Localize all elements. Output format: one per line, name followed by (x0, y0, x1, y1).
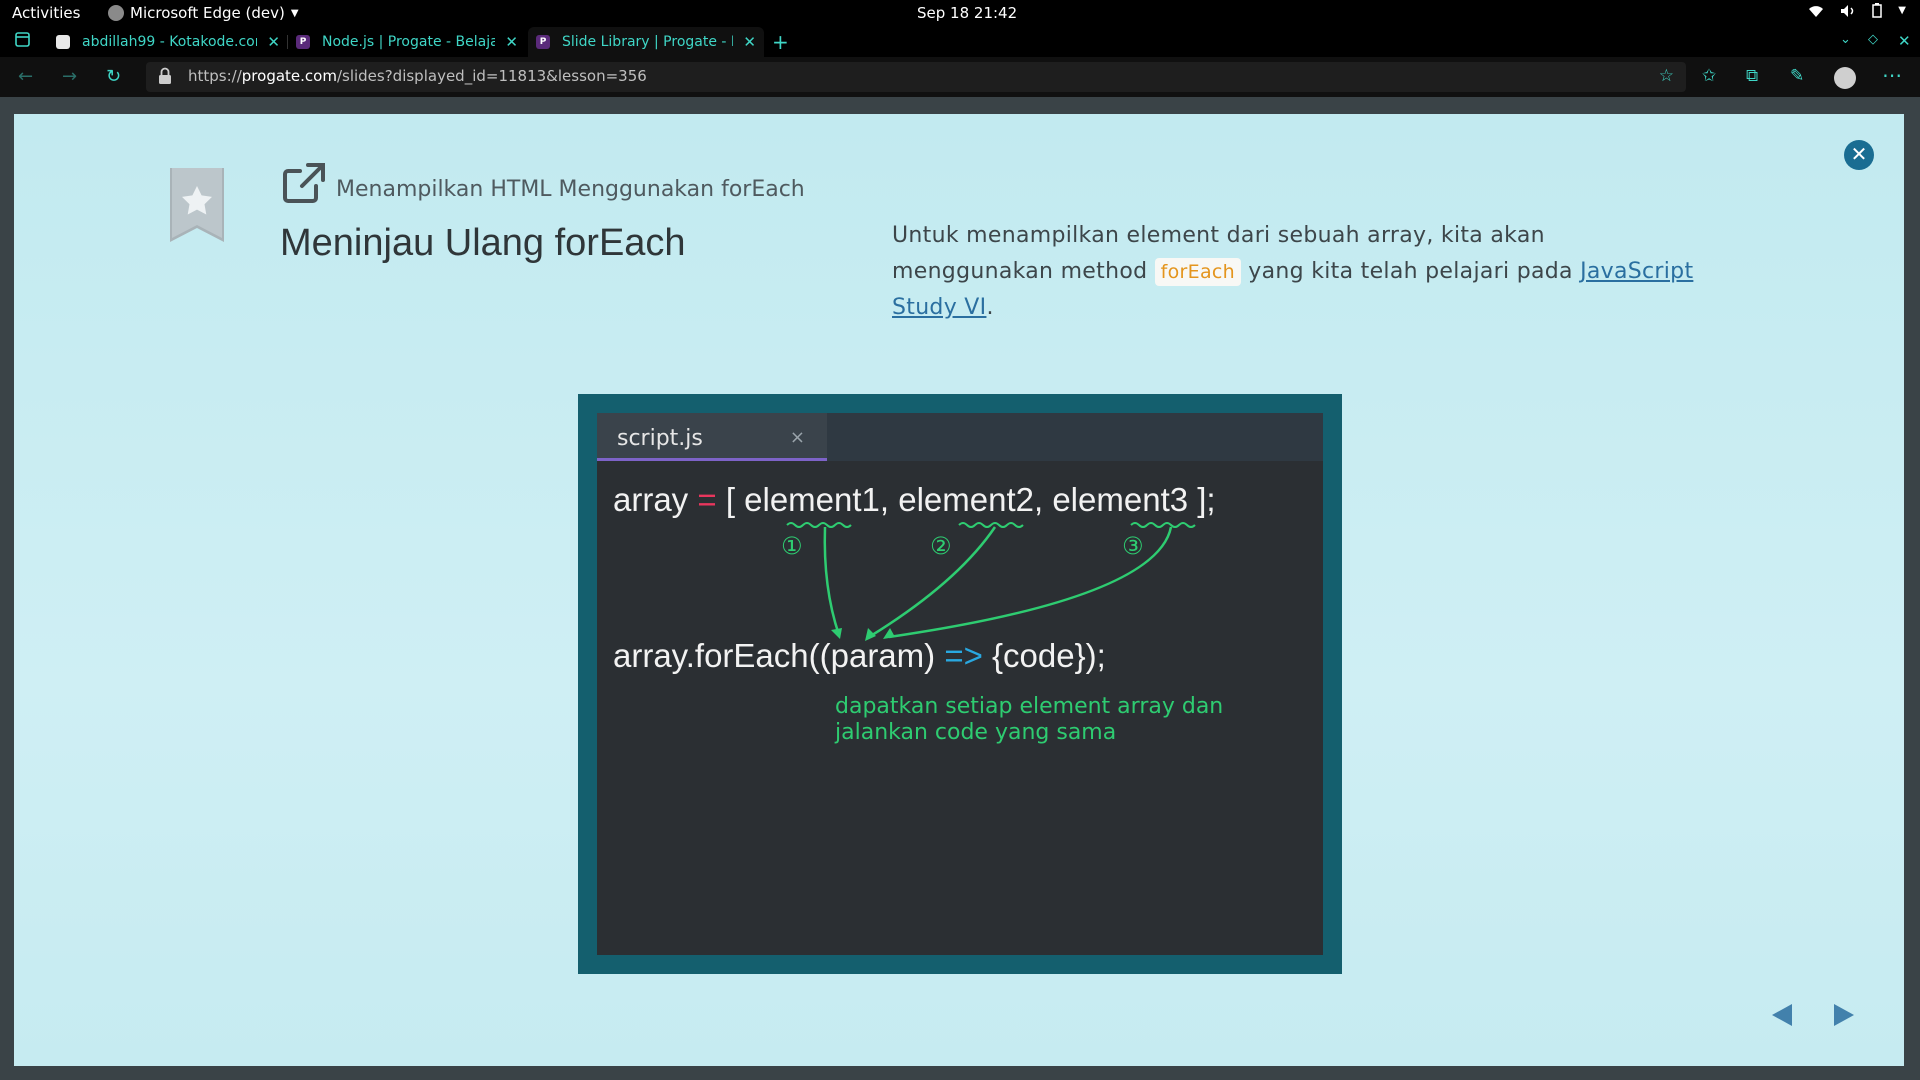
system-top-bar: Activities Microsoft Edge (dev) ▼ Sep 18… (0, 0, 1920, 27)
close-window-icon[interactable]: ✕ (1898, 32, 1911, 50)
code-line1-equals: = (697, 481, 716, 518)
close-tab-icon[interactable]: ✕ (267, 33, 280, 51)
battery-icon (1872, 3, 1883, 18)
tab-kotakode[interactable]: abdillah99 - Kotakode.com ✕ (48, 27, 288, 57)
url-text[interactable]: https://progate.com/slides?displayed_id=… (188, 67, 647, 85)
bookmark-star-icon[interactable] (170, 168, 224, 242)
wifi-icon (1809, 5, 1824, 17)
add-favorite-icon[interactable]: ☆ (1659, 66, 1674, 86)
url-scheme: https:// (188, 67, 242, 85)
external-link-icon[interactable] (282, 162, 326, 204)
next-slide-icon[interactable] (1832, 1002, 1856, 1028)
svg-text:array = [ element1, element2,: array = [ element1, element2, element3 ]… (613, 481, 1216, 518)
annotation-arrows (823, 526, 1173, 639)
clock[interactable]: Sep 18 21:42 (917, 4, 1017, 22)
progate-favicon-icon: P (296, 35, 310, 49)
tab-title: abdillah99 - Kotakode.com (82, 34, 258, 50)
volume-icon (1841, 4, 1854, 17)
close-tab-icon[interactable]: ✕ (505, 33, 518, 51)
slide-modal: Menampilkan HTML Menggunakan forEach Men… (14, 114, 1904, 1066)
code-illustration: script.js × array = [ element1, element2… (578, 394, 1342, 974)
code-line1-array: array (613, 481, 689, 518)
slide-description: Untuk menampilkan element dari sebuah ar… (892, 218, 1712, 326)
close-modal-icon[interactable]: ✕ (1844, 140, 1874, 170)
code-drawing: array = [ element1, element2, element3 ]… (613, 481, 1223, 745)
desc-text-2: yang kita telah pelajari pada (1241, 259, 1581, 284)
profile-avatar[interactable] (1834, 67, 1856, 89)
collections-icon[interactable]: ⧉ (1746, 66, 1758, 86)
lesson-subtitle-row: Menampilkan HTML Menggunakan forEach (282, 162, 805, 204)
favorites-icon[interactable]: ✩ (1702, 66, 1716, 86)
new-tab-icon[interactable]: + (772, 30, 789, 54)
tray-caret-down-icon: ▼ (1898, 5, 1906, 16)
more-menu-icon[interactable]: ⋯ (1882, 63, 1902, 87)
edge-icon (108, 5, 124, 21)
marker-3: ③ (1122, 532, 1144, 560)
app-menu-label: Microsoft Edge (dev) (130, 4, 285, 22)
tab-strip: abdillah99 - Kotakode.com ✕ P Node.js | … (0, 27, 1920, 57)
progate-favicon-icon: P (536, 35, 550, 49)
desc-end: . (986, 295, 994, 320)
marker-2: ② (930, 532, 952, 560)
lock-icon[interactable] (158, 67, 172, 85)
extensions-icon[interactable]: ✎ (1790, 66, 1804, 86)
forward-icon[interactable]: → (62, 66, 77, 87)
dev-channel-icon[interactable]: ◇ (1868, 32, 1878, 47)
activities-button[interactable]: Activities (12, 4, 80, 22)
tab-title: Slide Library | Progate - Bela (562, 34, 733, 50)
inline-code-foreach: forEach (1154, 258, 1242, 286)
navigation-bar: ← → ↻ https://progate.com/slides?display… (0, 57, 1920, 97)
system-tray[interactable]: ▼ (1808, 3, 1906, 18)
slide-title: Meninjau Ulang forEach (280, 222, 686, 264)
note-line-2: jalankan code yang sama (834, 720, 1116, 745)
url-host: progate.com (241, 67, 337, 85)
code-line1-rest: [ element1, element2, element3 ]; (726, 481, 1216, 518)
tab-title: Node.js | Progate - Belajar (322, 34, 496, 50)
code-line2-call: array.forEach((param) (613, 637, 935, 674)
previous-slide-icon[interactable] (1770, 1002, 1794, 1028)
address-bar[interactable]: https://progate.com/slides?displayed_id=… (146, 62, 1686, 92)
lesson-subtitle: Menampilkan HTML Menggunakan forEach (336, 177, 805, 202)
tab-search-icon[interactable]: ⌄ (1840, 32, 1851, 47)
close-tab-icon[interactable]: ✕ (743, 33, 756, 51)
kotakode-favicon-icon (56, 35, 70, 49)
code-editor-image: script.js × array = [ element1, element2… (597, 413, 1323, 955)
wavy-underlines (786, 522, 1196, 528)
caret-down-icon: ▼ (290, 7, 299, 19)
app-menu[interactable]: Microsoft Edge (dev) ▼ (108, 4, 299, 22)
code-line2-body: {code}); (992, 637, 1106, 674)
marker-1: ① (781, 532, 803, 560)
code-line2-arrow: => (944, 637, 983, 674)
tab-slide-library[interactable]: P Slide Library | Progate - Bela ✕ (528, 27, 764, 57)
note-line-1: dapatkan setiap element array dan (835, 694, 1223, 719)
url-path: /slides?displayed_id=11813&lesson=356 (336, 67, 647, 85)
back-icon[interactable]: ← (18, 66, 33, 87)
page-viewport: Menampilkan HTML Menggunakan forEach Men… (0, 97, 1920, 1080)
tab-nodejs-progate[interactable]: P Node.js | Progate - Belajar ✕ (288, 27, 526, 57)
svg-text:array.forEach((param) => {cod: array.forEach((param) => {code}); (613, 637, 1106, 674)
tab-actions-icon[interactable] (15, 32, 30, 51)
refresh-icon[interactable]: ↻ (106, 66, 121, 87)
